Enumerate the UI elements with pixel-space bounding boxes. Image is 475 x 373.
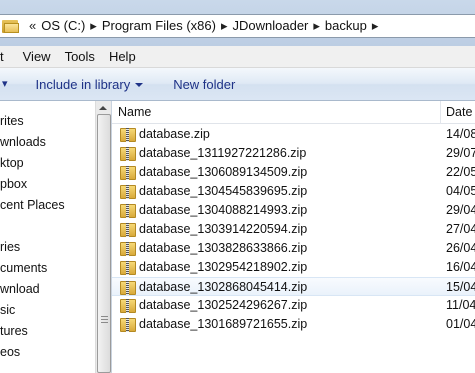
- file-name: database_1306089134509.zip: [139, 165, 308, 179]
- file-row[interactable]: database_1302524296267.zip 11/04: [112, 296, 475, 315]
- file-name: database_1302954218902.zip: [139, 260, 308, 274]
- menu-tools[interactable]: Tools: [58, 46, 102, 68]
- folder-icon: [2, 18, 20, 34]
- file-name: database_1311927221286.zip: [139, 146, 307, 160]
- command-bar: ▾ Include in library New folder: [0, 68, 475, 101]
- zip-folder-icon: [120, 317, 136, 332]
- file-date-modified: 01/04: [446, 317, 475, 331]
- nav-item-videos[interactable]: eos: [0, 342, 20, 363]
- nav-item-music[interactable]: sic: [0, 300, 15, 321]
- file-name: database_1303828633866.zip: [139, 241, 308, 255]
- file-name: database_1304545839695.zip: [139, 184, 308, 198]
- column-divider[interactable]: [440, 101, 441, 124]
- file-row[interactable]: database_1306089134509.zip 22/05: [112, 163, 475, 182]
- chevron-down-icon: [135, 83, 144, 87]
- file-date-modified: 26/04: [446, 241, 475, 255]
- menu-help[interactable]: Help: [102, 46, 143, 68]
- file-row[interactable]: database_1303828633866.zip 26/04: [112, 239, 475, 258]
- scrollbar-thumb[interactable]: [97, 114, 111, 373]
- breadcrumb-backup[interactable]: backup: [325, 15, 367, 37]
- new-folder-button[interactable]: New folder: [173, 68, 235, 101]
- breadcrumb-arrow-icon[interactable]: ▸: [367, 15, 384, 37]
- file-date-modified: 27/04: [446, 222, 475, 236]
- file-list: Name Date m database.zip 14/08 database_13…: [111, 101, 475, 373]
- file-date-modified: 29/07: [446, 146, 475, 160]
- breadcrumb-arrow-icon[interactable]: ▸: [85, 15, 102, 37]
- breadcrumb-arrow-icon[interactable]: ▸: [308, 15, 325, 37]
- zip-folder-icon: [120, 298, 136, 313]
- file-date-modified: 11/04: [446, 298, 475, 312]
- scroll-up-arrow-icon[interactable]: [99, 106, 107, 110]
- file-date-modified: 29/04: [446, 203, 475, 217]
- file-row[interactable]: database_1302954218902.zip 16/04: [112, 258, 475, 277]
- include-in-library-button[interactable]: Include in library: [36, 68, 144, 101]
- zip-folder-icon: [120, 127, 136, 142]
- file-row[interactable]: database_1301689721655.zip 01/04: [112, 315, 475, 334]
- grip-line: [101, 316, 108, 317]
- address-bar[interactable]: « OS (C:) ▸ Program Files (x86) ▸ JDownl…: [0, 14, 475, 38]
- breadcrumb-os-c[interactable]: OS (C:): [41, 15, 85, 37]
- nav-item-dropbox[interactable]: pbox: [0, 174, 27, 195]
- column-header-date-modified[interactable]: Date m: [446, 101, 475, 124]
- address-bar-area: « OS (C:) ▸ Program Files (x86) ▸ JDownl…: [0, 0, 475, 46]
- nav-item-recent-places[interactable]: cent Places: [0, 195, 65, 216]
- menu-view[interactable]: View: [16, 46, 58, 68]
- file-name: database_1301689721655.zip: [139, 317, 308, 331]
- nav-item-libraries[interactable]: ries: [0, 237, 20, 258]
- zip-folder-icon: [120, 165, 136, 180]
- breadcrumb-jdownloader[interactable]: JDownloader: [233, 15, 309, 37]
- breadcrumb-program-files[interactable]: Program Files (x86): [102, 15, 216, 37]
- file-row[interactable]: database_1304088214993.zip 29/04: [112, 201, 475, 220]
- breadcrumb-arrow-icon[interactable]: ▸: [216, 15, 233, 37]
- file-name: database_1302524296267.zip: [139, 298, 308, 312]
- file-row[interactable]: database_1303914220594.zip 27/04: [112, 220, 475, 239]
- organize-button[interactable]: ▾: [2, 68, 8, 101]
- zip-folder-icon: [120, 203, 136, 218]
- column-header-name[interactable]: Name: [118, 101, 151, 124]
- file-row[interactable]: database_1311927221286.zip 29/07: [112, 144, 475, 163]
- chevron-down-icon: ▾: [2, 77, 8, 90]
- nav-item-favorites[interactable]: rites: [0, 111, 24, 132]
- zip-folder-icon: [120, 146, 136, 161]
- file-name: database_1304088214993.zip: [139, 203, 308, 217]
- zip-folder-icon: [120, 184, 136, 199]
- menu-bar: t View Tools Help: [0, 46, 475, 68]
- navigation-scrollbar[interactable]: [95, 101, 111, 373]
- file-date-modified: 22/05: [446, 165, 475, 179]
- nav-item-downloads[interactable]: wnloads: [0, 132, 46, 153]
- navigation-pane: rites wnloads ktop pbox cent Places ries…: [0, 101, 95, 373]
- nav-item-pictures[interactable]: tures: [0, 321, 28, 342]
- nav-item-download[interactable]: wnload: [0, 279, 40, 300]
- file-row[interactable]: database_1302868045414.zip 15/04: [112, 277, 475, 296]
- column-header-row: Name Date m: [112, 101, 475, 124]
- nav-item-documents[interactable]: cuments: [0, 258, 47, 279]
- overflow-chevron[interactable]: «: [24, 15, 41, 37]
- file-date-modified: 15/04: [446, 280, 475, 294]
- zip-folder-icon: [120, 260, 136, 275]
- include-in-library-label: Include in library: [35, 76, 131, 92]
- file-name: database.zip: [139, 127, 210, 141]
- file-name: database_1303914220594.zip: [139, 222, 308, 236]
- file-name: database_1302868045414.zip: [139, 280, 308, 294]
- file-date-modified: 14/08: [446, 127, 475, 141]
- file-row[interactable]: database_1304545839695.zip 04/05: [112, 182, 475, 201]
- zip-folder-icon: [120, 222, 136, 237]
- zip-folder-icon: [120, 241, 136, 256]
- file-row[interactable]: database.zip 14/08: [112, 125, 475, 144]
- file-date-modified: 16/04: [446, 260, 475, 274]
- nav-item-desktop[interactable]: ktop: [0, 153, 24, 174]
- menu-edit[interactable]: t: [0, 46, 16, 68]
- grip-line: [101, 322, 108, 323]
- file-date-modified: 04/05: [446, 184, 475, 198]
- zip-folder-icon: [120, 280, 136, 295]
- grip-line: [101, 319, 108, 320]
